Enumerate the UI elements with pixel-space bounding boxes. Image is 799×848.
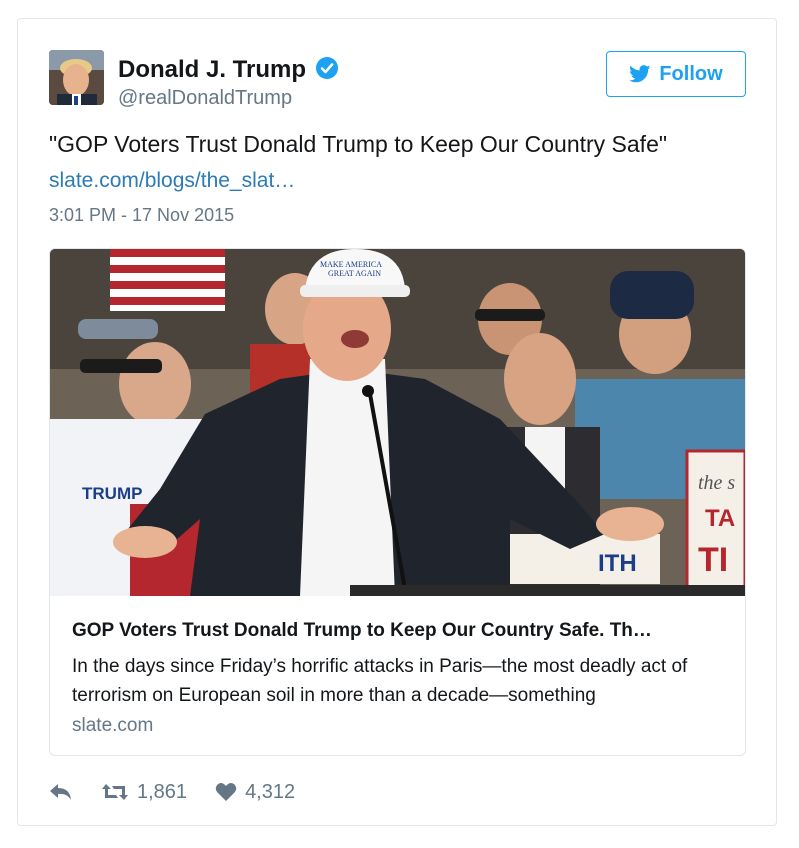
- follow-label: Follow: [659, 62, 723, 85]
- svg-text:the s: the s: [698, 472, 735, 494]
- svg-text:TA: TA: [705, 505, 735, 532]
- retweet-icon: [102, 784, 128, 800]
- campaign-sign: the s TA TI: [685, 449, 745, 596]
- tweet-card: Donald J. Trump @realDonaldTrump Follow …: [17, 18, 777, 826]
- flag-image: [110, 249, 225, 311]
- like-count: 4,312: [245, 780, 296, 803]
- hat-text-line1: MAKE AMERICA: [320, 260, 382, 269]
- reply-button[interactable]: [49, 783, 73, 801]
- shirt-text: TRUMP: [82, 484, 142, 503]
- hat-text-line2: GREAT AGAIN: [328, 269, 381, 278]
- like-button[interactable]: 4,312: [215, 781, 295, 804]
- author-handle[interactable]: @realDonaldTrump: [118, 87, 292, 110]
- retweet-button[interactable]: 1,861: [101, 781, 187, 804]
- card-domain: slate.com: [72, 715, 154, 736]
- author-name[interactable]: Donald J. Trump: [118, 56, 306, 84]
- avatar[interactable]: [49, 50, 104, 105]
- follow-button[interactable]: Follow: [606, 51, 746, 97]
- card-description: In the days since Friday’s horrific atta…: [72, 656, 688, 706]
- reply-icon: [50, 784, 71, 800]
- twitter-bird-icon: [629, 65, 651, 83]
- tweet-actions: 1,861 4,312: [49, 779, 295, 805]
- link-preview-card[interactable]: TRUMP the s TA TI ITH MAKE AMERICA GREAT…: [49, 248, 746, 756]
- tweet-timestamp[interactable]: 3:01 PM - 17 Nov 2015: [49, 205, 234, 226]
- heart-icon: [215, 783, 237, 801]
- svg-text:TI: TI: [698, 541, 728, 579]
- tweet-link[interactable]: slate.com/blogs/the_slat…: [49, 169, 295, 193]
- tweet-text: "GOP Voters Trust Donald Trump to Keep O…: [49, 131, 668, 157]
- svg-text:ITH: ITH: [598, 550, 637, 577]
- retweet-count: 1,861: [137, 780, 188, 803]
- card-image: TRUMP the s TA TI ITH MAKE AMERICA GREAT…: [50, 249, 745, 596]
- card-title: GOP Voters Trust Donald Trump to Keep Ou…: [72, 620, 652, 641]
- avatar-photo: [49, 50, 104, 105]
- verified-badge-icon: [316, 57, 338, 79]
